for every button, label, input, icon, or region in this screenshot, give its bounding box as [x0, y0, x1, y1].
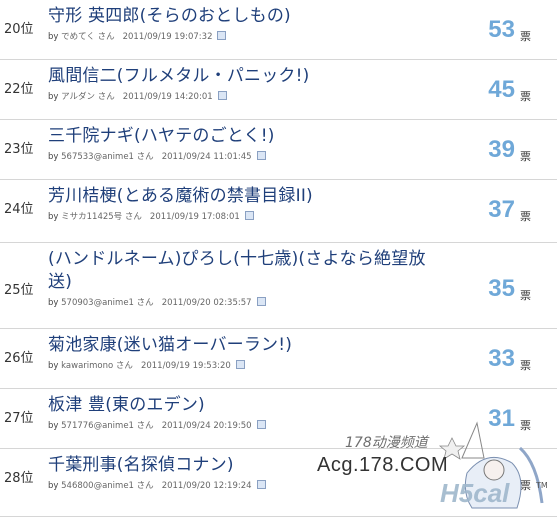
timestamp: 2011/09/24 11:01:45	[161, 152, 252, 162]
ranking-row: 27位 板津 豊(東のエデン) by 571776@anime1 さん 2011/09…	[0, 389, 557, 449]
vote-meta: by アルダン さん 2011/09/19 14:20:01	[48, 90, 227, 102]
san-label: さん	[97, 92, 115, 102]
info-icon[interactable]	[217, 91, 227, 100]
vote-count: 45	[488, 76, 515, 103]
by-label: by	[48, 421, 59, 431]
vote-unit: 票	[520, 150, 531, 163]
vote-meta: by 570903@anime1 さん 2011/09/20 02:35:57	[48, 296, 266, 308]
rank-label: 25位	[4, 283, 34, 298]
san-label: さん	[136, 481, 154, 491]
by-label: by	[48, 152, 59, 162]
vote-count: 31	[488, 405, 515, 432]
username[interactable]: 571776@anime1	[61, 421, 134, 431]
rank-label: 28位	[4, 471, 34, 486]
info-icon[interactable]	[256, 420, 266, 429]
vote-unit: 票	[520, 30, 531, 43]
rank-label: 20位	[4, 22, 34, 37]
vote-unit: 票	[520, 289, 531, 302]
ranking-row: 20位 守形 英四郎(そらのおとしもの) by でめてく さん 2011/09/19 …	[0, 0, 557, 60]
vote-meta: by 571776@anime1 さん 2011/09/24 20:19:50	[48, 419, 266, 431]
vote-meta: by 546800@anime1 さん 2011/09/20 12:19:24	[48, 479, 266, 491]
timestamp: 2011/09/20 02:35:57	[161, 298, 252, 308]
vote-meta: by でめてく さん 2011/09/19 19:07:32	[48, 30, 227, 42]
vote-count: 37	[488, 196, 515, 223]
info-icon[interactable]	[256, 297, 266, 306]
by-label: by	[48, 32, 59, 42]
timestamp: 2011/09/19 19:07:32	[122, 32, 213, 42]
username[interactable]: 570903@anime1	[61, 298, 134, 308]
rank-label: 26位	[4, 351, 34, 366]
character-title-link[interactable]: 板津 豊(東のエデン)	[48, 394, 428, 417]
info-icon[interactable]	[217, 31, 227, 40]
vote-unit: 票	[520, 479, 531, 492]
info-icon[interactable]	[235, 360, 245, 369]
username[interactable]: アルダン	[61, 92, 95, 102]
san-label: さん	[136, 298, 154, 308]
vote-count: 33	[488, 345, 515, 372]
san-label: さん	[124, 212, 142, 222]
rank-label: 24位	[4, 202, 34, 217]
ranking-row: 22位 風間信二(フルメタル・パニック!) by アルダン さん 2011/09/19…	[0, 60, 557, 120]
by-label: by	[48, 298, 59, 308]
san-label: さん	[115, 361, 133, 371]
username[interactable]: kawarimono	[61, 361, 113, 371]
by-label: by	[48, 481, 59, 491]
ranking-row: 23位 三千院ナギ(ハヤテのごとく!) by 567533@anime1 さん 201…	[0, 120, 557, 180]
info-icon[interactable]	[244, 211, 254, 220]
vote-meta: by kawarimono さん 2011/09/19 19:53:20	[48, 359, 245, 371]
character-title-link[interactable]: 守形 英四郎(そらのおとしもの)	[48, 5, 428, 28]
vote-count: 27	[488, 465, 515, 492]
character-title-link[interactable]: (ハンドルネーム)ぴろし(十七歳)(さよなら絶望放送)	[48, 248, 428, 294]
vote-unit: 票	[520, 359, 531, 372]
timestamp: 2011/09/19 17:08:01	[149, 212, 240, 222]
rank-label: 23位	[4, 142, 34, 157]
username[interactable]: 546800@anime1	[61, 481, 134, 491]
vote-meta: by 567533@anime1 さん 2011/09/24 11:01:45	[48, 150, 266, 162]
rank-label: 22位	[4, 82, 34, 97]
by-label: by	[48, 361, 59, 371]
username[interactable]: 567533@anime1	[61, 152, 134, 162]
san-label: さん	[136, 421, 154, 431]
character-title-link[interactable]: 菊池家康(迷い猫オーバーラン!)	[48, 334, 428, 357]
ranking-row: 28位 千葉刑事(名探偵コナン) by 546800@anime1 さん 2011/0…	[0, 449, 557, 517]
info-icon[interactable]	[256, 151, 266, 160]
san-label: さん	[97, 32, 115, 42]
timestamp: 2011/09/19 19:53:20	[140, 361, 231, 371]
character-title-link[interactable]: 三千院ナギ(ハヤテのごとく!)	[48, 125, 428, 148]
by-label: by	[48, 92, 59, 102]
vote-count: 35	[488, 275, 515, 302]
ranking-row: 24位 芳川桔梗(とある魔術の禁書目録II) by ミサカ11425号 さん 2011…	[0, 180, 557, 243]
vote-unit: 票	[520, 210, 531, 223]
vote-count: 39	[488, 136, 515, 163]
ranking-row: 26位 菊池家康(迷い猫オーバーラン!) by kawarimono さん 2011/…	[0, 329, 557, 389]
vote-meta: by ミサカ11425号 さん 2011/09/19 17:08:01	[48, 210, 254, 222]
timestamp: 2011/09/20 12:19:24	[161, 481, 252, 491]
vote-count: 53	[488, 16, 515, 43]
character-title-link[interactable]: 芳川桔梗(とある魔術の禁書目録II)	[48, 185, 428, 208]
username[interactable]: ミサカ11425号	[61, 212, 122, 222]
san-label: さん	[136, 152, 154, 162]
timestamp: 2011/09/24 20:19:50	[161, 421, 252, 431]
rank-label: 27位	[4, 411, 34, 426]
by-label: by	[48, 212, 59, 222]
vote-unit: 票	[520, 419, 531, 432]
timestamp: 2011/09/19 14:20:01	[122, 92, 213, 102]
character-title-link[interactable]: 千葉刑事(名探偵コナン)	[48, 454, 428, 477]
ranking-row: 25位 (ハンドルネーム)ぴろし(十七歳)(さよなら絶望放送) by 570903@…	[0, 243, 557, 329]
username[interactable]: でめてく	[61, 32, 95, 42]
info-icon[interactable]	[256, 480, 266, 489]
vote-unit: 票	[520, 90, 531, 103]
character-title-link[interactable]: 風間信二(フルメタル・パニック!)	[48, 65, 428, 88]
